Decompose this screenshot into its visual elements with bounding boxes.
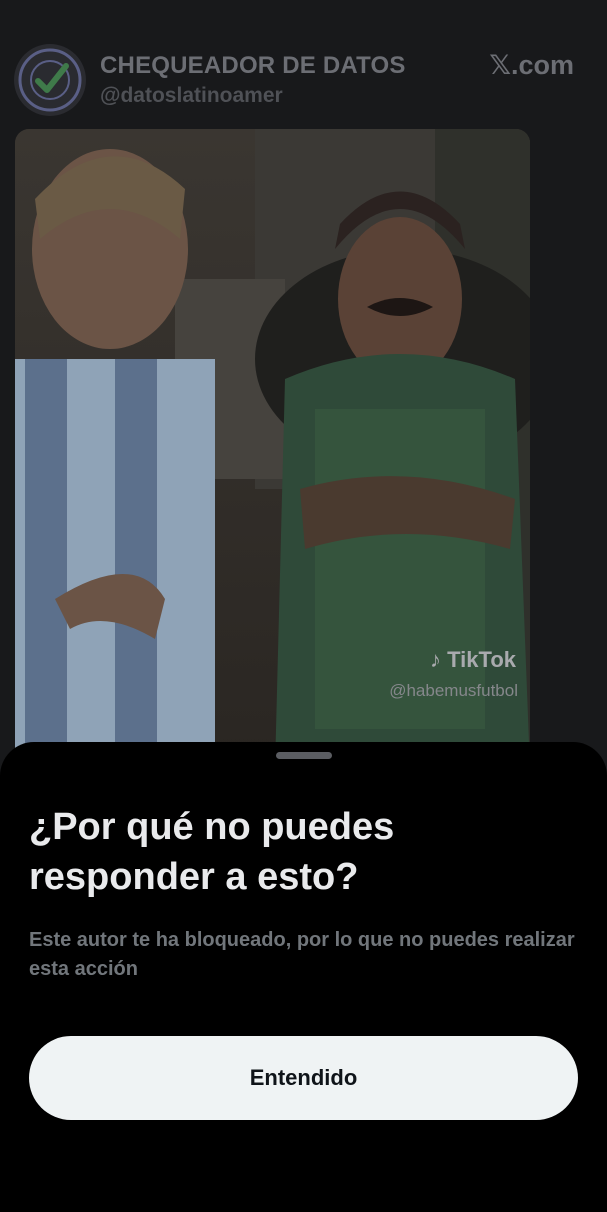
sheet-drag-handle[interactable] [276,752,332,759]
tweet-video-media[interactable]: ♪ TikTok @habemusfutbol [15,129,530,769]
tweet-header: CHEQUEADOR DE DATOS @datoslatinoamer 𝕏.c… [14,40,594,120]
sheet-description: Este autor te ha bloqueado, por lo que n… [29,929,575,980]
tiktok-icon: ♪ [430,647,441,672]
video-frame-illustration [15,129,530,769]
sheet-title: ¿Por qué no puedes responder a esto? [29,806,395,898]
got-it-button[interactable]: Entendido [29,1036,578,1120]
checked-stamp-icon [18,48,82,112]
blocked-reply-sheet: ¿Por qué no puedes responder a esto? Est… [0,742,607,1212]
avatar[interactable] [14,44,86,116]
tiktok-watermark: ♪ TikTok [430,647,516,673]
author-name[interactable]: CHEQUEADOR DE DATOS [100,52,406,80]
tiktok-watermark-label: TikTok [447,647,516,672]
tiktok-watermark-handle: @habemusfutbol [389,681,518,700]
x-brand-logo: 𝕏.com [489,50,574,80]
author-handle[interactable]: @datoslatinoamer [100,84,283,108]
